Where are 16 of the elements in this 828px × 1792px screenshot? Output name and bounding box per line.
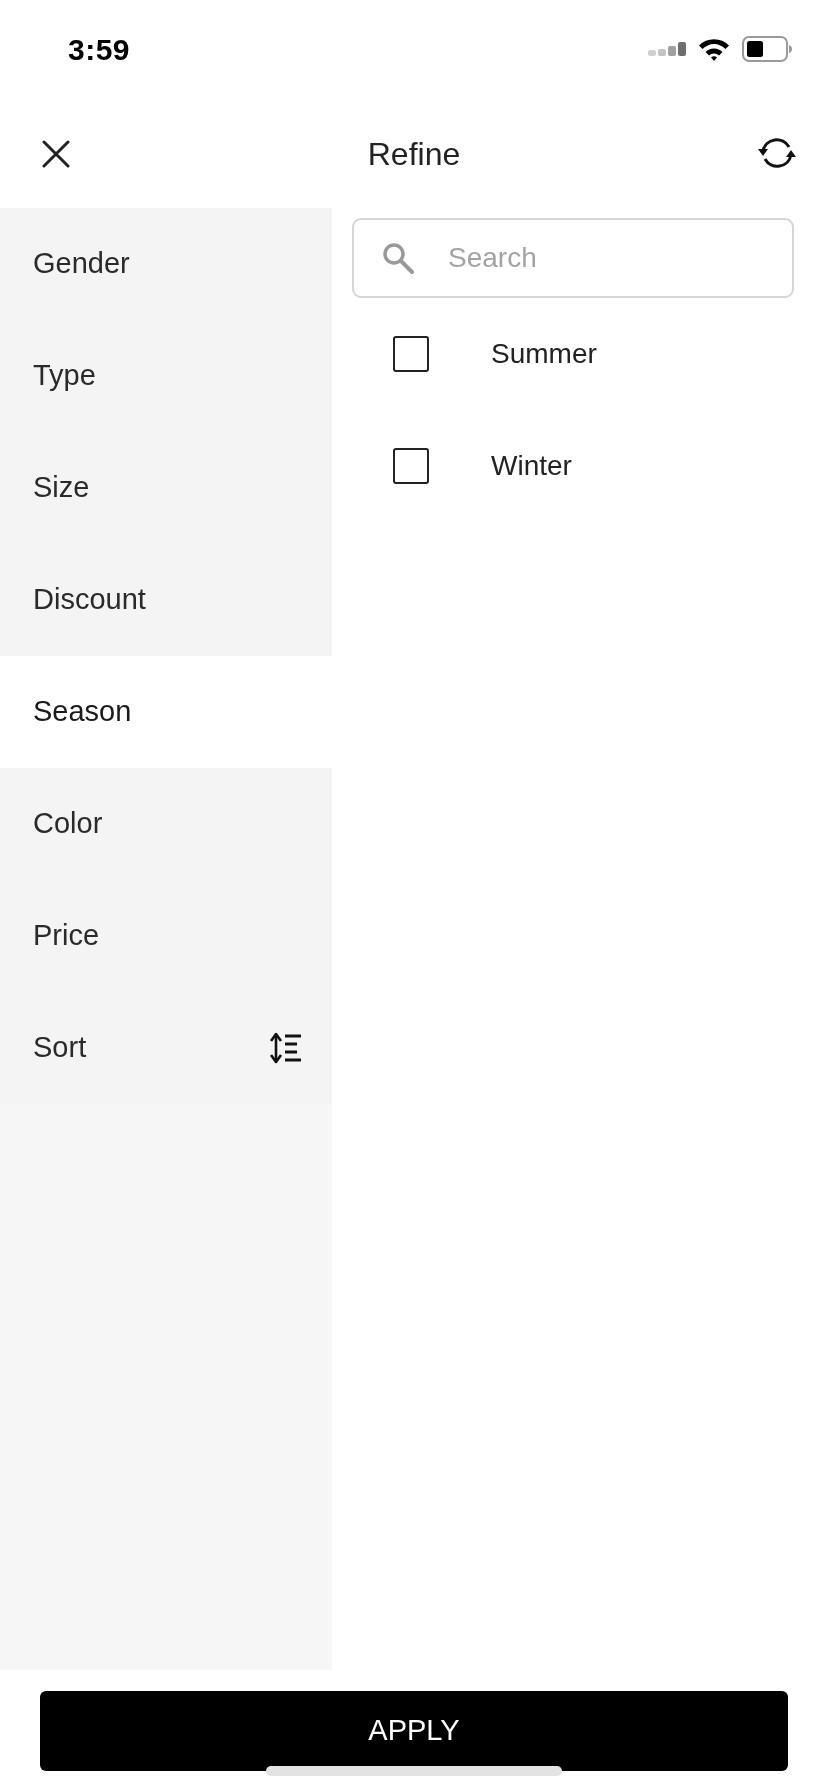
wifi-icon [698,37,730,61]
checkbox[interactable] [393,336,429,372]
signal-icon [648,42,686,56]
battery-icon [742,36,792,62]
page-title: Refine [367,135,461,174]
refresh-icon [758,136,796,170]
option-label: Summer [491,337,597,371]
search-field[interactable]: Search [352,218,794,298]
option-label: Winter [491,449,572,483]
category-tab[interactable]: Season [0,656,332,768]
sort-icon [270,1032,302,1064]
apply-button[interactable]: APPLY [40,1691,788,1771]
checkbox[interactable] [393,448,429,484]
status-time: 3:59 [68,31,131,68]
close-icon [42,140,70,168]
search-icon [382,242,414,274]
